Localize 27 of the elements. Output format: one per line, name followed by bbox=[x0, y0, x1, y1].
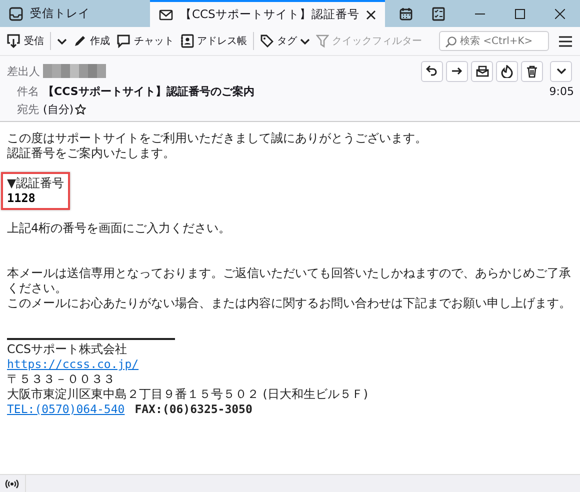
body-text: この度はサポートサイトをご利用いただきまして誠にありがとうございます。 bbox=[7, 131, 428, 146]
field-label: 宛先 bbox=[16, 102, 39, 116]
field-label: 差出人 bbox=[7, 64, 39, 78]
tab[interactable]: 受信トレイ bbox=[0, 0, 150, 27]
body-text: 本メールは送信専用となっております。ご返信いただいても回答いたしかねますので、あらかじめご了承ください。 bbox=[7, 266, 572, 296]
toolbar-button[interactable]: タグ bbox=[258, 31, 312, 51]
tab[interactable]: 【CCSサポートサイト】認証番号 bbox=[150, 0, 386, 27]
body-text: 〒５３３－００３３ bbox=[7, 372, 116, 387]
body-text: 上記4桁の番号を画面にご入力ください。 bbox=[7, 221, 232, 236]
toolbar-button[interactable]: チャット bbox=[114, 31, 176, 51]
recipient-text: (自分) bbox=[43, 102, 74, 116]
link[interactable]: https://ccss.co.jp/ bbox=[7, 357, 139, 371]
code-text: 1128 bbox=[7, 191, 36, 206]
body-text: 認証番号をご案内いたします。 bbox=[7, 146, 176, 161]
link[interactable]: TEL:(0570)064-540 bbox=[7, 402, 125, 416]
field-label: 件名 bbox=[16, 84, 39, 98]
body-text: このメールにお心あたりがない場合、または内容に関するお問い合わせは下記までお願い申し上げます。 bbox=[7, 296, 572, 311]
search-field[interactable]: 検索 <Ctrl+K> bbox=[439, 31, 549, 51]
toolbar-button[interactable]: アドレス帳 bbox=[178, 31, 249, 51]
body-text: CCSサポート株式会社 bbox=[7, 342, 128, 357]
body-text: ▼認証番号 bbox=[7, 176, 64, 191]
subject-text: 【CCSサポートサイト】認証番号のご案内 bbox=[43, 84, 254, 98]
time-text: 9:05 bbox=[549, 84, 574, 98]
toolbar-button[interactable]: 作成 bbox=[71, 31, 112, 51]
body-text: 大阪市東淀川区東中島２丁目９番１５号５０２ (日大和生ビル５Ｆ) bbox=[7, 387, 369, 402]
toolbar-button[interactable]: 受信 bbox=[4, 31, 46, 51]
fax-text: FAX:(06)6325-3050 bbox=[134, 402, 252, 416]
